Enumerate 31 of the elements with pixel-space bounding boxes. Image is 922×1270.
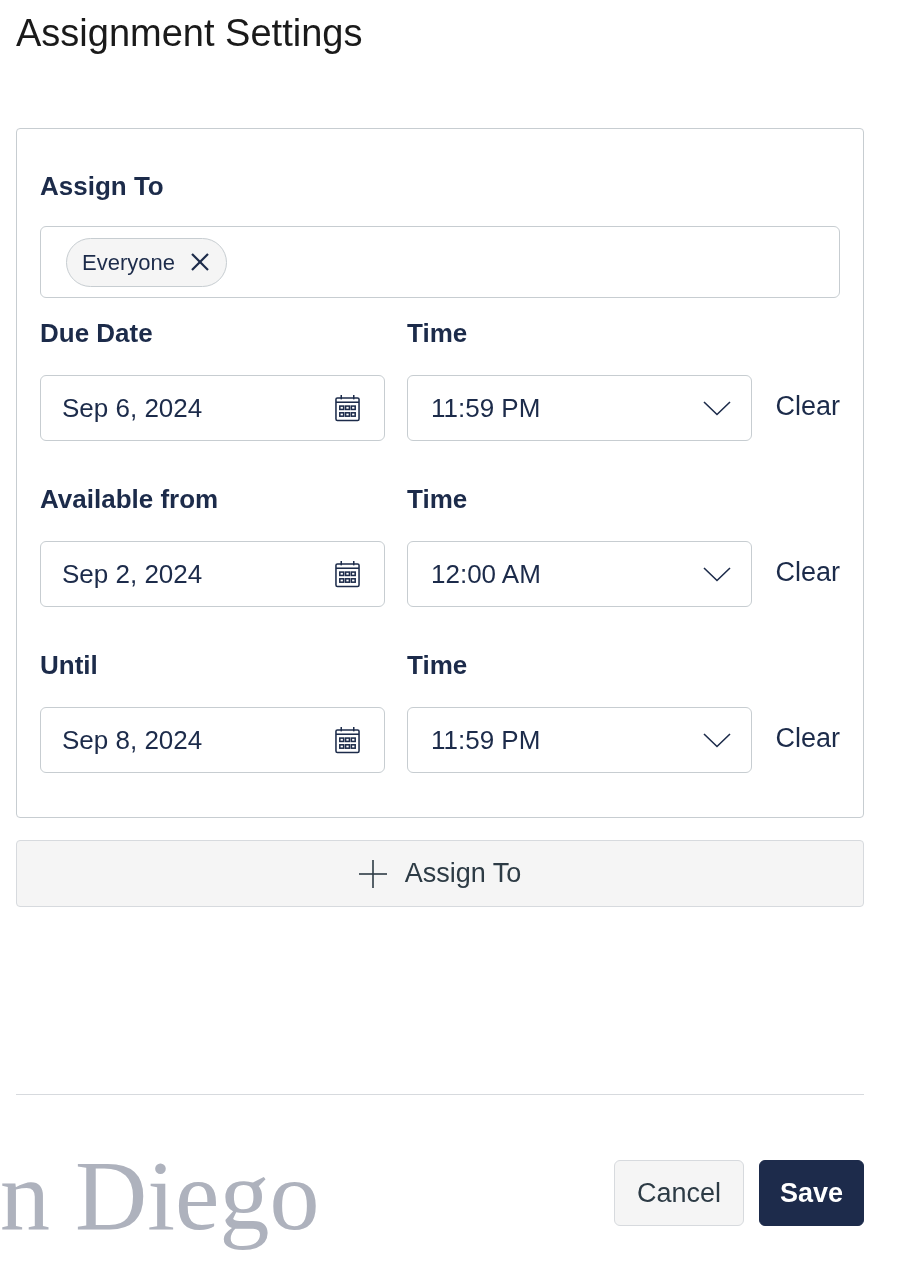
chevron-down-icon [703, 566, 731, 582]
clear-button[interactable]: Clear [775, 723, 840, 753]
background-logo-text: n Diego [0, 1139, 320, 1253]
time-label: Time [407, 650, 468, 680]
calendar-icon [335, 394, 360, 422]
date-field[interactable]: Sep 2, 2024 [40, 541, 385, 607]
time-label: Time [407, 318, 468, 348]
assign-to-field[interactable]: Everyone [40, 226, 840, 298]
plus-icon [358, 859, 387, 888]
page-title: Assignment Settings [16, 11, 363, 55]
assignee-tag[interactable]: Everyone [66, 237, 227, 287]
time-select[interactable]: 11:59 PM [407, 707, 752, 773]
close-icon[interactable] [190, 253, 209, 271]
chevron-down-icon [703, 732, 731, 748]
assign-to-label: Assign To [40, 171, 164, 201]
clear-button[interactable]: Clear [775, 557, 840, 587]
time-label: Time [407, 484, 468, 514]
calendar-icon [335, 726, 360, 754]
chevron-down-icon [703, 400, 731, 416]
calendar-icon [335, 560, 360, 588]
date-label: Until [40, 650, 98, 680]
time-select[interactable]: 11:59 PM [407, 375, 752, 441]
date-field[interactable]: Sep 6, 2024 [40, 375, 385, 441]
clear-button[interactable]: Clear [775, 391, 840, 421]
date-label: Available from [40, 484, 219, 514]
add-assignee-button[interactable]: Assign To [16, 840, 864, 907]
time-select[interactable]: 12:00 AM [407, 541, 752, 607]
cancel-button[interactable]: Cancel [613, 1160, 744, 1226]
save-button[interactable]: Save [758, 1160, 864, 1226]
date-field[interactable]: Sep 8, 2024 [40, 707, 385, 773]
date-label: Due Date [40, 318, 153, 348]
